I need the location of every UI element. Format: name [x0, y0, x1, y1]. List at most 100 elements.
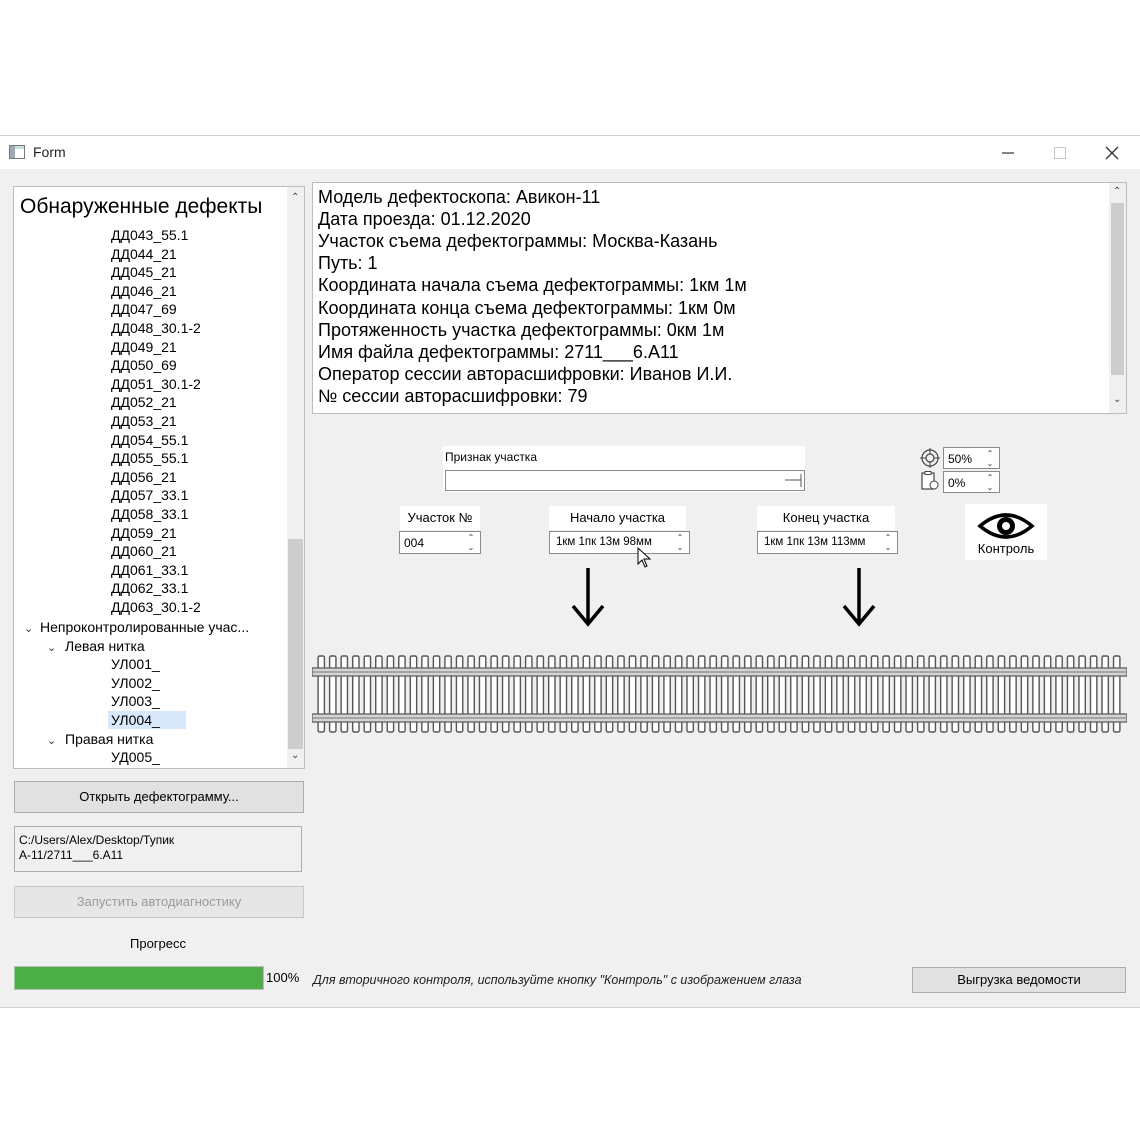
tree-item-defect[interactable]: ДД043_55.1: [108, 226, 214, 244]
tree-item-left-rail[interactable]: УЛ003_: [108, 692, 186, 710]
maximize-button[interactable]: [1034, 136, 1086, 169]
info-scrollbar[interactable]: ⌃ ⌄: [1109, 183, 1126, 413]
tree-item-defect[interactable]: ДД052_21: [108, 393, 203, 411]
scroll-thumb[interactable]: [288, 539, 303, 749]
section-end-label: Конец участка: [757, 506, 895, 530]
tree-item-defect[interactable]: ДД047_69: [108, 300, 203, 318]
file-path-line: А-11/2711___6.A11: [19, 848, 124, 862]
section-end-spinbox[interactable]: 1км 1пк 13м 113мм ⌃ ⌄: [757, 531, 898, 554]
info-line: Участок съема дефектограммы: Москва-Каза…: [318, 231, 718, 252]
tree-item-left-rail[interactable]: УЛ004_: [108, 710, 186, 729]
section-sign-combo[interactable]: [445, 470, 805, 491]
zoom-target-spinbox[interactable]: 50% ⌃ ⌄: [943, 447, 1000, 469]
app-icon: [9, 145, 25, 159]
tree-item-left-rail[interactable]: УЛ001_: [108, 655, 186, 673]
defects-tree[interactable]: Обнаруженные дефекты ДД043_55.1 ДД044_21 Д…: [13, 186, 305, 769]
tree-item-defect[interactable]: ДД049_21: [108, 338, 203, 356]
open-defectogram-button[interactable]: Открыть дефектограмму...: [14, 781, 304, 813]
section-number-label: Участок №: [400, 506, 480, 530]
info-line: № сессии авторасшифровки: 79: [318, 385, 588, 406]
tree-item-defect[interactable]: ДД055_55.1: [108, 449, 214, 467]
chevron-down-icon[interactable]: ⌄: [24, 620, 40, 638]
combo-handle-icon: [785, 474, 802, 487]
section-sign-group: Признак участка: [443, 446, 805, 492]
progress-percent: 100%: [266, 970, 300, 985]
tree-item-defect[interactable]: ДД044_21: [108, 245, 203, 263]
info-line: Модель дефектоскопа: Авикон-11: [318, 187, 601, 207]
spin-arrows-icon[interactable]: ⌃ ⌄: [982, 449, 998, 469]
info-line: Путь: 1: [318, 253, 378, 274]
tree-item-defect[interactable]: ДД057_33.1: [108, 486, 214, 504]
tree-item-defect[interactable]: ДД062_33.1: [108, 579, 214, 597]
chevron-down-icon[interactable]: ⌄: [47, 639, 65, 657]
window-title: Form: [33, 144, 66, 160]
scroll-thumb[interactable]: [1111, 203, 1124, 375]
tree-item-defect[interactable]: ДД050_69: [108, 356, 203, 374]
mouse-cursor-icon: [637, 547, 652, 568]
close-icon: [1105, 146, 1119, 159]
section-start-label: Начало участка: [549, 506, 686, 530]
info-line: Дата проезда: 01.12.2020: [318, 209, 531, 230]
tree-header: Обнаруженные дефекты: [20, 195, 263, 218]
document-settings-icon: [921, 471, 939, 490]
info-line: Протяженность участка дефектограммы: 0км…: [318, 319, 725, 340]
progress-bar: [14, 966, 264, 990]
tree-group-left-rail[interactable]: ⌄ Левая нитка: [47, 637, 145, 655]
progress-label: Прогресс: [130, 936, 187, 951]
spin-arrows-icon[interactable]: ⌃ ⌄: [672, 533, 688, 553]
tree-item-defect[interactable]: ДД058_33.1: [108, 505, 214, 523]
info-panel[interactable]: Модель дефектоскопа: Авикон-11 Дата проез…: [312, 182, 1127, 414]
info-line: Координата начала съема дефектограммы: 1…: [318, 275, 747, 296]
tree-item-defect[interactable]: ДД048_30.1-2: [108, 319, 227, 337]
minimize-button[interactable]: [982, 136, 1034, 169]
eye-icon: [977, 513, 1035, 539]
tree-item-defect[interactable]: ДД046_21: [108, 282, 203, 300]
file-path-line: C:/Users/Alex/Desktop/Тупик: [19, 833, 175, 847]
arrow-down-icon: [571, 568, 605, 627]
chevron-down-icon[interactable]: ⌄: [47, 732, 65, 750]
scroll-down-icon[interactable]: ⌄: [291, 750, 299, 761]
tree-scrollbar[interactable]: ⌃ ⌄: [287, 187, 304, 768]
spin-arrows-icon[interactable]: ⌃ ⌄: [982, 473, 998, 493]
info-line: Имя файла дефектограммы: 2711___6.A11: [318, 341, 679, 362]
zoom-doc-spinbox[interactable]: 0% ⌃ ⌄: [943, 471, 1000, 493]
tree-item-defect[interactable]: ДД060_21: [108, 542, 203, 560]
section-start-spinbox[interactable]: 1км 1пк 13м 98мм ⌃ ⌄: [549, 531, 690, 554]
hint-text: Для вторичного контроля, используйте кно…: [313, 973, 802, 987]
scroll-up-icon[interactable]: ⌃: [1113, 186, 1121, 197]
spin-arrows-icon[interactable]: ⌃ ⌄: [463, 533, 479, 553]
maximize-icon: [1054, 146, 1066, 159]
tree-group-right-rail[interactable]: ⌄ Правая нитка: [47, 730, 153, 748]
arrow-down-icon: [842, 568, 876, 627]
target-icon: [920, 448, 940, 468]
control-button[interactable]: Контроль: [965, 504, 1047, 560]
file-path-display: C:/Users/Alex/Desktop/Тупик А-11/2711___…: [14, 826, 302, 872]
tree-group-uncontrolled[interactable]: ⌄ Непроконтролированные учас...: [24, 618, 249, 636]
tree-item-left-rail[interactable]: УЛ002_: [108, 674, 186, 692]
tree-item-defect[interactable]: ДД054_55.1: [108, 431, 214, 449]
tree-item-defect[interactable]: ДД059_21: [108, 524, 203, 542]
info-line: Координата конца съема дефектограммы: 1к…: [318, 297, 736, 318]
tree-item-defect[interactable]: ДД061_33.1: [108, 561, 214, 579]
export-report-button[interactable]: Выгрузка ведомости: [912, 967, 1126, 993]
rail-track-diagram: [312, 655, 1127, 733]
control-label: Контроль: [977, 541, 1035, 556]
tree-item-defect[interactable]: ДД056_21: [108, 468, 203, 486]
section-number-spinbox[interactable]: 004 ⌃ ⌄: [399, 531, 481, 554]
tree-item-defect[interactable]: ДД051_30.1-2: [108, 375, 227, 393]
progress-fill: [15, 967, 263, 989]
scroll-down-icon[interactable]: ⌄: [1113, 394, 1121, 405]
tree-item-defect[interactable]: ДД045_21: [108, 263, 203, 281]
tree-item-defect[interactable]: ДД053_21: [108, 412, 203, 430]
main-window: Form Обнаруженные дефекты ДД043_55.1 ДД04…: [0, 135, 1140, 1008]
minimize-icon: [1002, 151, 1014, 154]
info-line: Оператор сессии авторасшифровки: Иванов …: [318, 363, 733, 384]
spin-arrows-icon[interactable]: ⌃ ⌄: [880, 533, 896, 553]
title-bar: Form: [0, 136, 1140, 169]
run-autodiagnostics-button[interactable]: Запустить автодиагностику: [14, 886, 304, 918]
close-button[interactable]: [1086, 136, 1138, 169]
tree-item-defect[interactable]: ДД063_30.1-2: [108, 598, 227, 616]
scroll-up-icon[interactable]: ⌃: [291, 192, 299, 203]
section-sign-label: Признак участка: [445, 450, 537, 464]
tree-item-right-rail[interactable]: УД005_: [108, 748, 186, 766]
